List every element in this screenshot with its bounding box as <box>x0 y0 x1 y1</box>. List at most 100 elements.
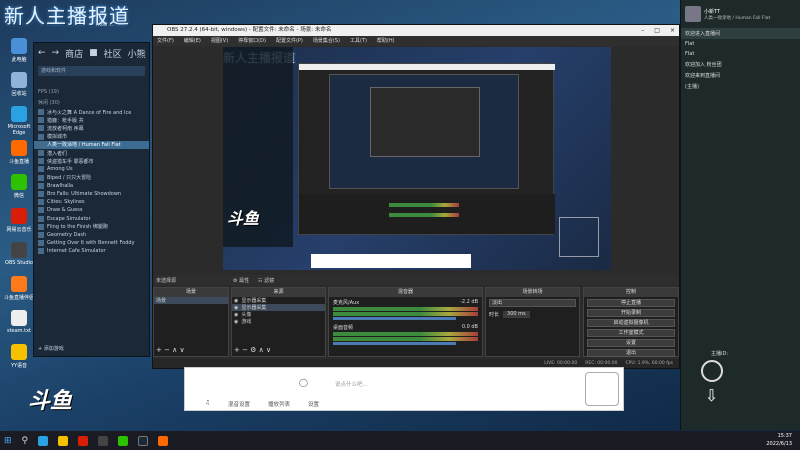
steam-section-fps[interactable]: FPS (19) <box>34 87 149 97</box>
desktop-icon-label: Microsoft Edge <box>7 124 31 136</box>
steam-game-item[interactable]: Internet Cafe Simulator <box>34 247 149 255</box>
properties-button[interactable]: ⚙ 属性 <box>233 277 249 284</box>
desktop-icon[interactable]: 斗鱼直播伴侣 <box>4 276 34 301</box>
transition-duration-input[interactable]: 300 ms <box>503 311 530 318</box>
danmu-input[interactable]: 说点什么吧... <box>335 380 368 388</box>
volume-icon[interactable]: ♫ <box>205 400 210 408</box>
obs-control-button[interactable]: 设置 <box>587 339 675 347</box>
app-icon <box>11 72 27 88</box>
desktop-icon[interactable]: 网易云音乐 <box>4 208 34 233</box>
douyu-taskbar-icon[interactable] <box>158 435 169 446</box>
scenes-dock-header: 场景 <box>154 288 228 297</box>
obs-control-button[interactable]: 启动虚拟摄像机 <box>587 319 675 327</box>
obs-menu-item[interactable]: 视图(V) <box>211 36 228 46</box>
add-game-button[interactable]: + 添加游戏 <box>38 345 64 352</box>
obs-control-button[interactable]: 退出 <box>587 349 675 357</box>
system-clock[interactable]: 15:37 2022/6/13 <box>766 432 792 448</box>
steam-game-label: Bro Falls: Ultimate Showdown <box>47 190 122 197</box>
desktop-icon[interactable]: OBS Studio <box>4 242 34 266</box>
steam-section-casual[interactable]: 休闲 (30) <box>34 97 149 108</box>
obs-control-button[interactable]: 停止直播 <box>587 299 675 307</box>
steam-filter-bar[interactable]: 游戏和软件 <box>38 66 145 76</box>
desktop-icon[interactable]: 此电脑 <box>4 38 34 63</box>
netease-taskbar-icon[interactable] <box>78 435 89 446</box>
steam-game-item[interactable]: 冰与火之舞 A Dance of Fire and Ice <box>34 108 149 116</box>
game-icon <box>38 166 44 173</box>
gamepad-icon[interactable]: ◯ <box>299 378 308 387</box>
desktop-icon[interactable]: YY语音 <box>4 344 34 369</box>
wechat-taskbar-icon[interactable] <box>118 435 129 446</box>
obs-window[interactable]: OBS 27.2.4 (64-bit, windows) - 配置文件: 未命名… <box>152 24 680 369</box>
steam-game-item[interactable]: Biped / 只只大冒险 <box>34 174 149 182</box>
steam-game-item[interactable]: 人类一败涂地 / Human Fall Flat <box>34 140 149 149</box>
source-item[interactable]: ◉ 显示器采集 <box>232 297 325 305</box>
visibility-icon[interactable]: ◉ <box>234 312 238 318</box>
filters-button[interactable]: ☷ 滤镜 <box>258 277 274 284</box>
transition-select[interactable]: 淡出 <box>489 299 576 307</box>
obs-menu-item[interactable]: 编辑(E) <box>184 36 201 46</box>
edge-taskbar-icon[interactable] <box>38 435 49 446</box>
obs-taskbar-icon[interactable] <box>98 435 109 446</box>
library-icon[interactable]: ■ <box>89 48 98 58</box>
scene-add-button[interactable]: + − ∧ ∨ <box>156 346 185 354</box>
obs-menu-item[interactable]: 工具(T) <box>350 36 367 46</box>
desktop-icon[interactable]: 微信 <box>4 174 34 199</box>
danmu-toolbar: ♫ 混音设置 播放列表 设置 <box>205 400 319 408</box>
visibility-icon[interactable]: ◉ <box>234 298 238 304</box>
steam-game-item[interactable]: Cities: Skylines <box>34 198 149 206</box>
source-item[interactable]: ◉ 显示器采集 <box>232 304 325 311</box>
obs-menu-item[interactable]: 帮助(H) <box>377 36 395 46</box>
search-icon[interactable]: ⚲ <box>22 436 29 446</box>
steam-game-item[interactable]: Bro Falls: Ultimate Showdown <box>34 190 149 198</box>
steam-game-item[interactable]: Getting Over It with Bennett Foddy <box>34 239 149 247</box>
obs-control-button[interactable]: 工作室模式 <box>587 329 675 337</box>
desktop-icon[interactable]: Microsoft Edge <box>4 106 34 136</box>
steam-game-item[interactable]: 侠盗猎车手 罪恶都市 <box>34 157 149 165</box>
game-icon <box>38 174 44 181</box>
steam-game-item[interactable]: 潜入者们 <box>34 149 149 157</box>
minimize-icon[interactable]: – <box>641 25 644 36</box>
desktop-icon[interactable]: steam.txt <box>4 310 34 334</box>
steam-game-item[interactable]: Geometry Dash <box>34 231 149 239</box>
close-icon[interactable]: × <box>670 25 675 36</box>
source-add-button[interactable]: + − ⚙ ∧ ∨ <box>234 346 271 354</box>
mix-settings-button[interactable]: 混音设置 <box>228 400 250 408</box>
maximize-icon[interactable]: □ <box>654 25 660 36</box>
start-icon[interactable]: ⊞ <box>4 436 12 446</box>
steam-game-item[interactable]: Escape Simulator <box>34 214 149 222</box>
forward-arrow-icon[interactable]: → <box>52 48 60 58</box>
mixer-mic-slider[interactable] <box>333 317 457 320</box>
steam-game-item[interactable]: 模拟城市 <box>34 133 149 141</box>
visibility-icon[interactable]: ◉ <box>234 319 238 325</box>
explorer-taskbar-icon[interactable] <box>58 435 69 446</box>
desktop-icon[interactable]: 回收站 <box>4 72 34 97</box>
back-arrow-icon[interactable]: ← <box>38 48 46 58</box>
steam-game-item[interactable]: Among Us <box>34 165 149 173</box>
avatar[interactable] <box>685 6 701 22</box>
steam-game-item[interactable]: Brawlhalla <box>34 182 149 190</box>
nav-store[interactable]: 商店 <box>65 47 83 60</box>
source-item[interactable]: ◉ 游戏 <box>232 318 325 326</box>
steam-game-item[interactable]: 流放者柯南 序幕 <box>34 124 149 132</box>
desktop-icon[interactable]: 斗鱼直播 <box>4 140 34 165</box>
obs-control-button[interactable]: 开始录制 <box>587 309 675 317</box>
steam-window[interactable]: ← → 商店 ■ 社区 小熊 游戏和软件 FPS (19) 休闲 (30) 冰与… <box>33 42 150 357</box>
obs-menu-item[interactable]: 配置文件(P) <box>276 36 303 46</box>
steam-game-item[interactable]: 猎鹿：枪手版 共 <box>34 116 149 124</box>
scene-item[interactable]: 场景 <box>154 297 228 304</box>
mixer-desktop-slider[interactable] <box>333 342 457 345</box>
nav-community[interactable]: 社区 <box>104 47 122 60</box>
playlist-button[interactable]: 播放列表 <box>268 400 290 408</box>
steam-search-row[interactable] <box>34 79 149 87</box>
visibility-icon[interactable]: ◉ <box>234 305 238 311</box>
obs-menu-item[interactable]: 场景集合(S) <box>313 36 340 46</box>
settings-button[interactable]: 设置 <box>308 400 319 408</box>
obs-preview[interactable]: 新人主播报道 斗鱼 <box>223 47 611 270</box>
source-item[interactable]: ◉ 头像 <box>232 311 325 319</box>
steam-game-item[interactable]: Fling to the Finish 绑腿跑 <box>34 223 149 231</box>
obs-menu-item[interactable]: 文件(F) <box>157 36 174 46</box>
obs-menu-item[interactable]: 停靠窗口(D) <box>238 36 266 46</box>
steam-taskbar-icon[interactable] <box>138 435 149 446</box>
steam-game-item[interactable]: Draw & Guess <box>34 206 149 214</box>
nav-user[interactable]: 小熊 <box>128 47 146 60</box>
